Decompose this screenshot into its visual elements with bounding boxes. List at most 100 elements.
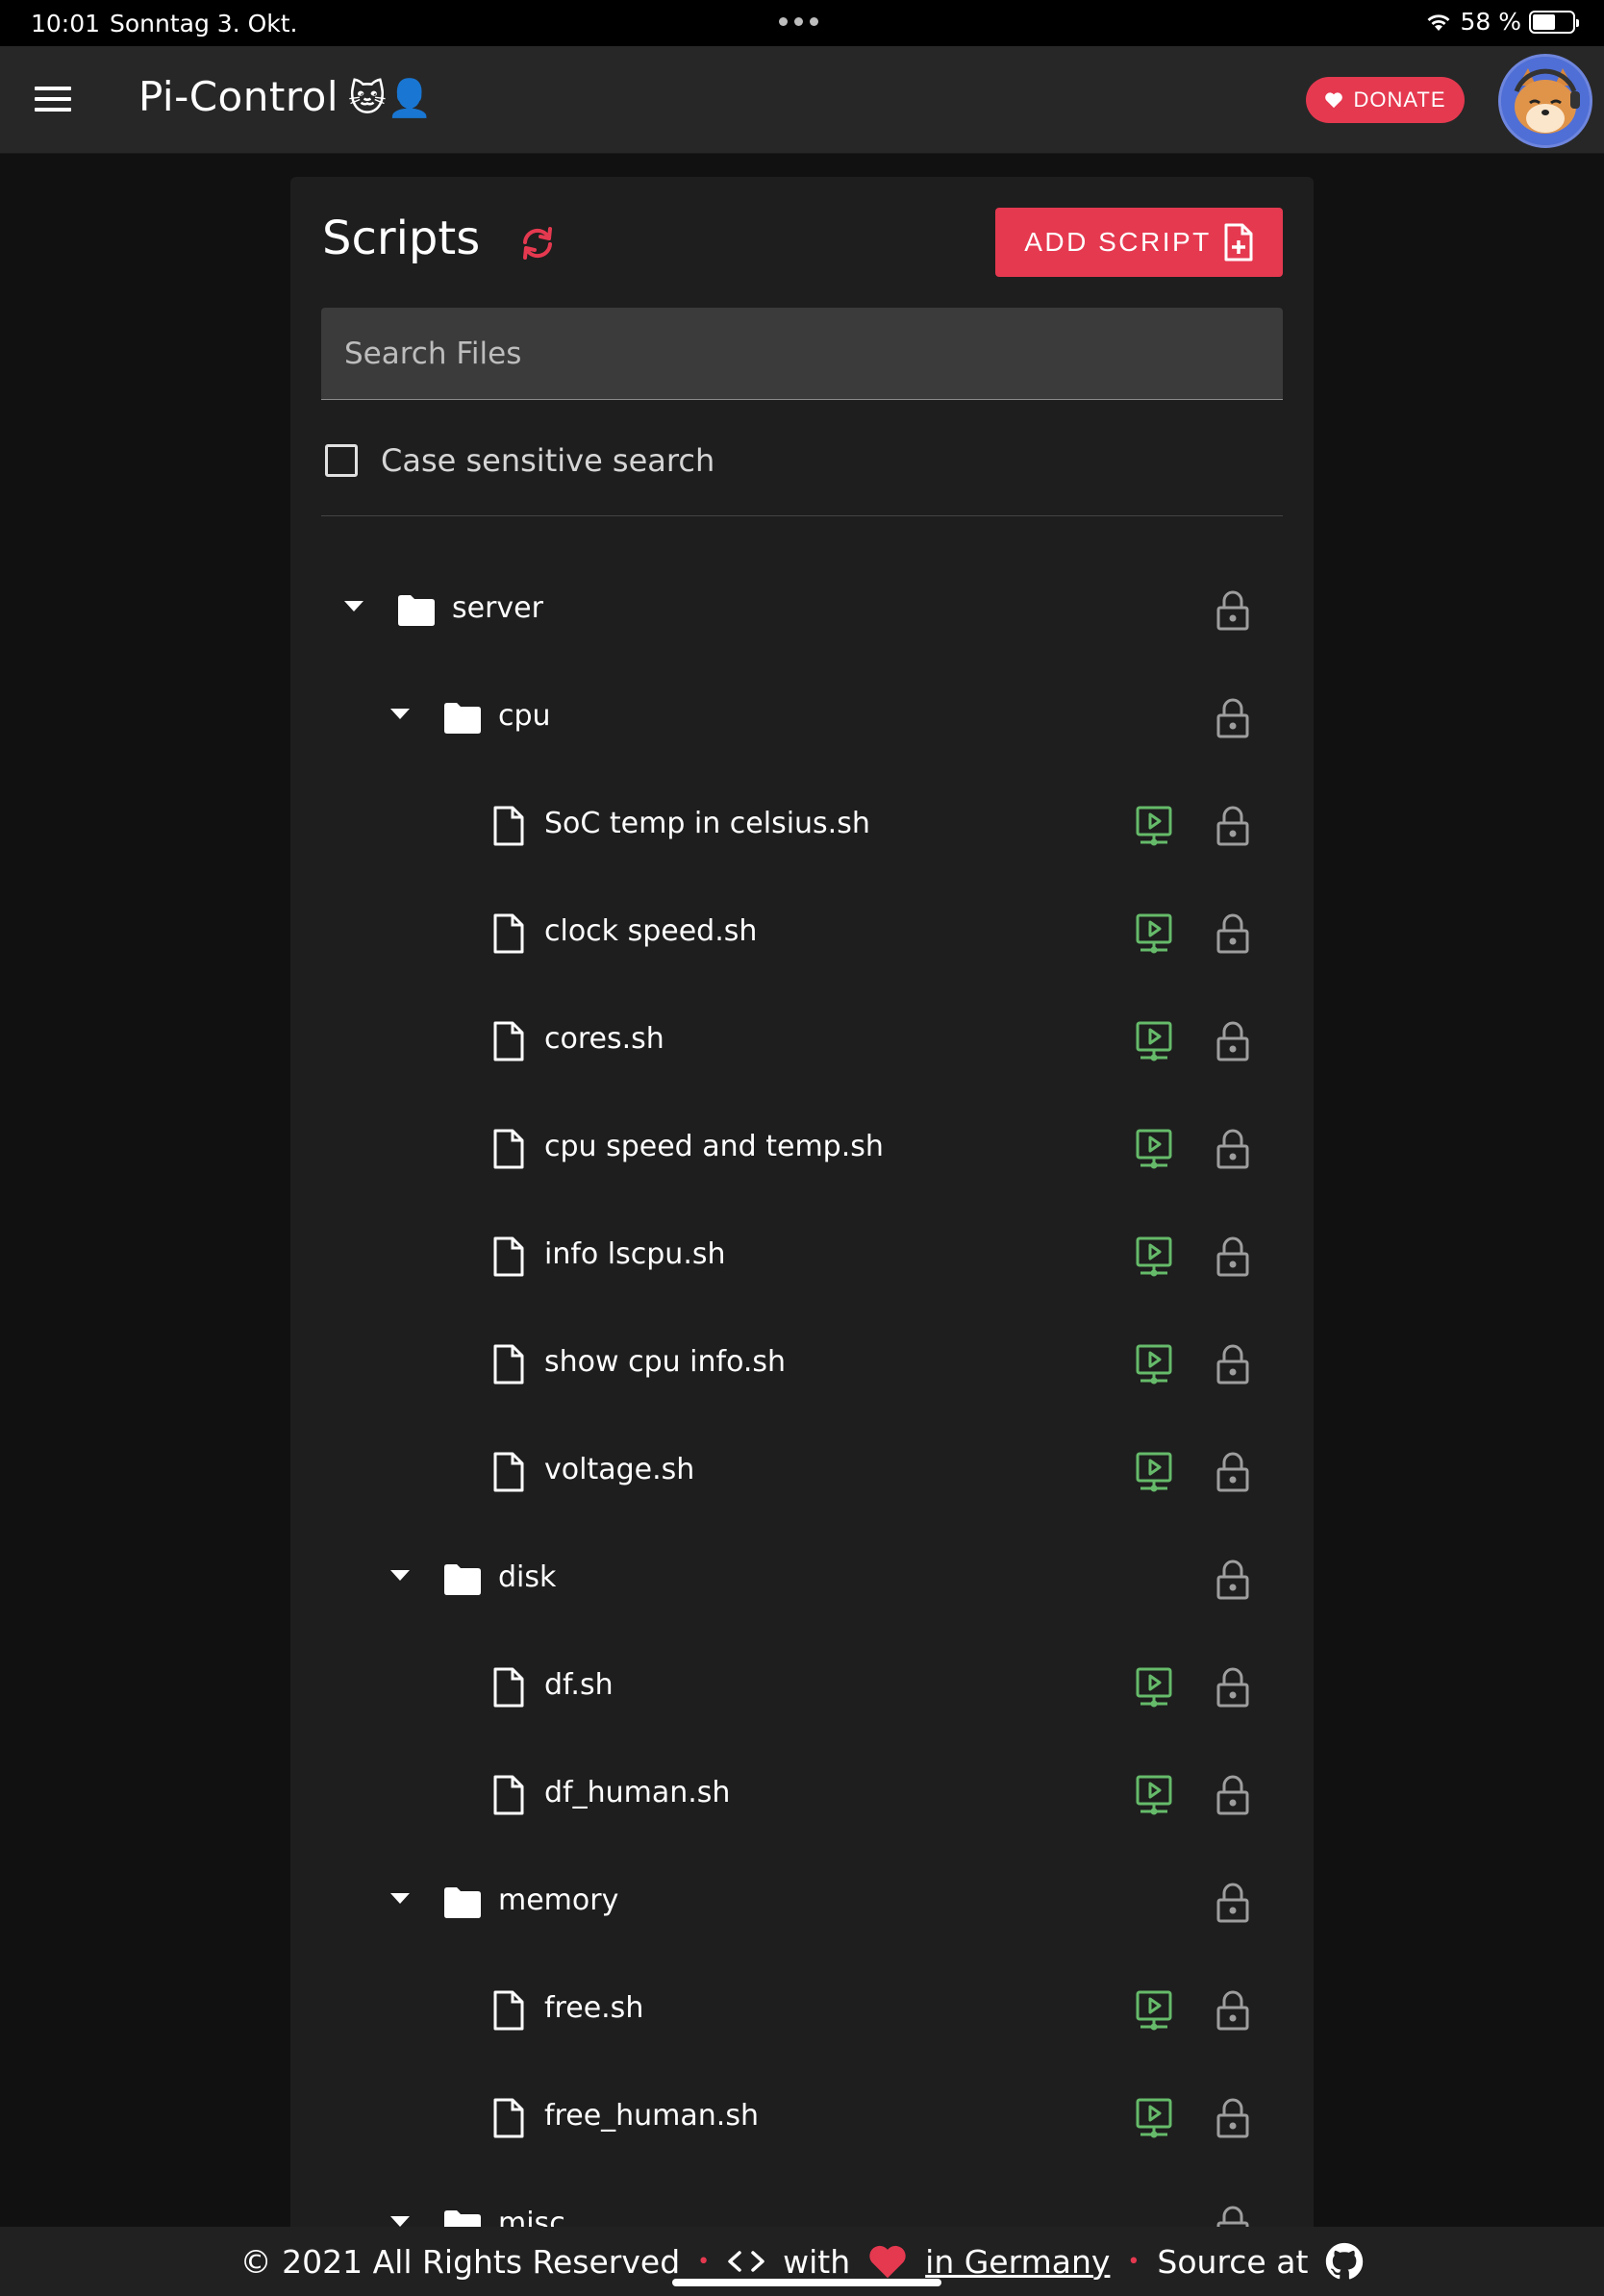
file-icon: [492, 1236, 525, 1281]
lock-icon[interactable]: [1216, 1236, 1250, 1281]
tree-folder-row[interactable]: cpu: [290, 669, 1314, 765]
run-script-icon[interactable]: [1135, 913, 1173, 958]
run-script-icon[interactable]: [1135, 1236, 1173, 1281]
tree-file-row[interactable]: free.sh: [290, 1961, 1314, 2058]
file-icon: [492, 1990, 525, 2034]
folder-name[interactable]: disk: [498, 1560, 556, 1594]
app-title-emoji: 🐱👤: [348, 77, 433, 119]
lock-icon[interactable]: [1216, 1990, 1250, 2034]
checkbox[interactable]: [325, 444, 358, 477]
tree-file-row[interactable]: SoC temp in celsius.sh: [290, 777, 1314, 873]
caret-down-icon[interactable]: [344, 601, 363, 611]
folder-name[interactable]: memory: [498, 1884, 618, 1917]
tree-folder-row[interactable]: memory: [290, 1854, 1314, 1950]
home-indicator[interactable]: [672, 2279, 941, 2286]
folder-name[interactable]: cpu: [498, 699, 551, 733]
avatar[interactable]: [1498, 54, 1592, 148]
github-icon[interactable]: [1325, 2242, 1364, 2281]
file-name[interactable]: SoC temp in celsius.sh: [544, 807, 870, 840]
code-icon: [728, 2251, 764, 2272]
file-name[interactable]: show cpu info.sh: [544, 1345, 786, 1379]
file-icon: [492, 806, 525, 850]
status-time: 10:01: [31, 10, 101, 37]
caret-down-icon[interactable]: [390, 1893, 410, 1904]
folder-icon: [396, 594, 437, 631]
tree-file-row[interactable]: df.sh: [290, 1638, 1314, 1734]
file-name[interactable]: free_human.sh: [544, 2099, 759, 2133]
tree-file-row[interactable]: voltage.sh: [290, 1423, 1314, 1519]
refresh-icon[interactable]: [517, 223, 558, 263]
tree-file-row[interactable]: df_human.sh: [290, 1746, 1314, 1842]
lock-icon[interactable]: [1216, 590, 1250, 635]
status-bar: 10:01 Sonntag 3. Okt. 58 %: [0, 0, 1604, 46]
run-script-icon[interactable]: [1135, 1344, 1173, 1388]
file-icon: [492, 913, 525, 958]
lock-icon[interactable]: [1216, 1129, 1250, 1173]
file-name[interactable]: free.sh: [544, 1991, 643, 2025]
copyright-text: © 2021 All Rights Reserved: [239, 2242, 681, 2281]
lock-icon[interactable]: [1216, 806, 1250, 850]
file-name[interactable]: info lscpu.sh: [544, 1237, 726, 1271]
tree-file-row[interactable]: free_human.sh: [290, 2069, 1314, 2165]
divider: [321, 515, 1283, 516]
add-script-button[interactable]: ADD SCRIPT: [995, 208, 1283, 277]
donate-label: DONATE: [1353, 87, 1446, 112]
run-script-icon[interactable]: [1135, 1775, 1173, 1819]
search-input[interactable]: [321, 308, 1283, 400]
file-name[interactable]: clock speed.sh: [544, 914, 757, 948]
folder-icon: [442, 702, 483, 738]
lock-icon[interactable]: [1216, 913, 1250, 958]
scripts-card: Scripts ADD SCRIPT Case sensitive search…: [290, 177, 1314, 2296]
lock-icon[interactable]: [1216, 1667, 1250, 1711]
file-name[interactable]: df.sh: [544, 1668, 614, 1702]
donate-button[interactable]: DONATE: [1306, 77, 1465, 123]
run-script-icon[interactable]: [1135, 1129, 1173, 1173]
tree-file-row[interactable]: info lscpu.sh: [290, 1208, 1314, 1304]
run-script-icon[interactable]: [1135, 2098, 1173, 2142]
tree-folder-row[interactable]: disk: [290, 1531, 1314, 1627]
multitask-dots-icon[interactable]: [779, 17, 818, 26]
lock-icon[interactable]: [1216, 1775, 1250, 1819]
run-script-icon[interactable]: [1135, 1452, 1173, 1496]
lock-icon[interactable]: [1216, 2098, 1250, 2142]
status-right: 58 %: [1425, 8, 1579, 36]
add-script-label: ADD SCRIPT: [1024, 227, 1212, 257]
menu-icon[interactable]: [35, 87, 71, 113]
lock-icon[interactable]: [1216, 1021, 1250, 1065]
file-icon: [492, 1129, 525, 1173]
run-script-icon[interactable]: [1135, 1667, 1173, 1711]
app-bar: Pi-Control 🐱👤 DONATE: [0, 46, 1604, 154]
file-icon: [492, 1775, 525, 1819]
run-script-icon[interactable]: [1135, 806, 1173, 850]
file-name[interactable]: cores.sh: [544, 1022, 664, 1056]
tree-file-row[interactable]: cpu speed and temp.sh: [290, 1100, 1314, 1196]
file-plus-icon: [1224, 223, 1253, 262]
folder-name[interactable]: server: [452, 591, 543, 625]
with-text: with: [783, 2242, 851, 2281]
file-icon: [492, 2098, 525, 2142]
lock-icon[interactable]: [1216, 1883, 1250, 1927]
lock-icon[interactable]: [1216, 1452, 1250, 1496]
caret-down-icon[interactable]: [390, 2216, 410, 2227]
caret-down-icon[interactable]: [390, 709, 410, 719]
case-sensitive-checkbox[interactable]: Case sensitive search: [325, 442, 714, 479]
file-name[interactable]: cpu speed and temp.sh: [544, 1130, 884, 1163]
tree-file-row[interactable]: show cpu info.sh: [290, 1315, 1314, 1411]
file-icon: [492, 1452, 525, 1496]
tree-folder-row[interactable]: server: [290, 562, 1314, 658]
lock-icon[interactable]: [1216, 698, 1250, 742]
lock-icon[interactable]: [1216, 1560, 1250, 1604]
country-link[interactable]: in Germany: [925, 2243, 1110, 2281]
file-name[interactable]: voltage.sh: [544, 1453, 694, 1486]
tree-file-row[interactable]: clock speed.sh: [290, 885, 1314, 981]
file-icon: [492, 1021, 525, 1065]
file-name[interactable]: df_human.sh: [544, 1776, 730, 1809]
run-script-icon[interactable]: [1135, 1990, 1173, 2034]
folder-icon: [442, 1563, 483, 1600]
tree-file-row[interactable]: cores.sh: [290, 992, 1314, 1088]
lock-icon[interactable]: [1216, 1344, 1250, 1388]
run-script-icon[interactable]: [1135, 1021, 1173, 1065]
battery-percent: 58 %: [1460, 8, 1521, 36]
case-sensitive-label: Case sensitive search: [381, 442, 715, 479]
caret-down-icon[interactable]: [390, 1570, 410, 1581]
